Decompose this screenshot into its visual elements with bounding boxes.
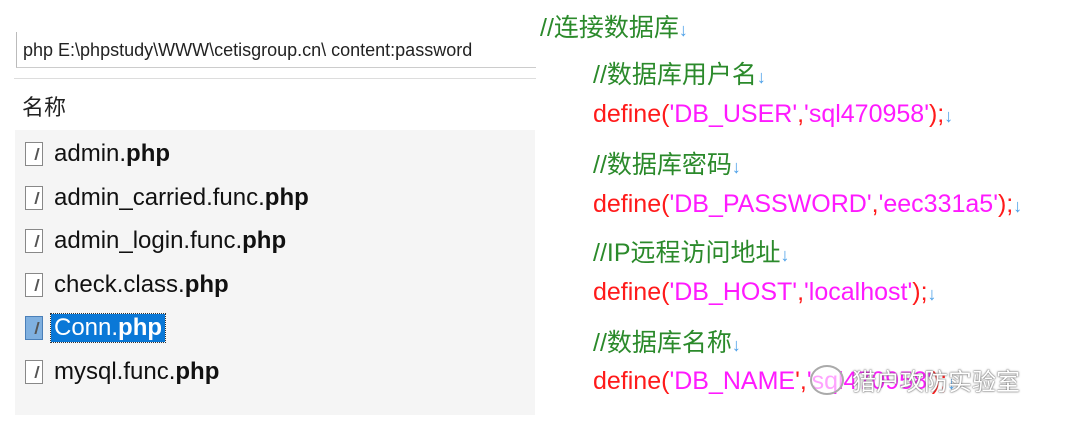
- file-item[interactable]: mysql.func.php: [25, 354, 222, 390]
- file-item[interactable]: admin.php: [25, 136, 173, 172]
- file-name: Conn.php: [49, 313, 167, 343]
- php-file-icon: [25, 273, 43, 297]
- code-line: define('DB_HOST','localhost');↓: [593, 278, 937, 306]
- line-break-arrow-icon: ↓: [756, 67, 766, 87]
- file-name: admin_login.func.php: [54, 227, 287, 254]
- php-file-icon: [25, 142, 43, 166]
- php-file-icon: [25, 186, 43, 210]
- code-comment: //连接数据库↓: [540, 14, 688, 42]
- column-header-name[interactable]: 名称: [22, 90, 66, 122]
- line-break-arrow-icon: ↓: [678, 20, 688, 40]
- line-break-arrow-icon: ↓: [731, 335, 741, 355]
- watermark: 猎户攻防实验室: [810, 362, 1020, 397]
- line-break-arrow-icon: ↓: [780, 245, 790, 265]
- divider: [14, 78, 536, 79]
- php-file-icon: [25, 316, 43, 340]
- file-name: admin_carried.func.php: [54, 184, 309, 211]
- code-comment: //数据库密码↓: [593, 151, 741, 179]
- code-line: define('DB_PASSWORD','eec331a5');↓: [593, 190, 1023, 218]
- file-item[interactable]: check.class.php: [25, 267, 232, 303]
- code-line: define('DB_USER','sql470958');↓: [593, 100, 954, 128]
- file-item-selected[interactable]: Conn.php: [25, 310, 167, 346]
- line-break-arrow-icon: ↓: [927, 284, 937, 304]
- file-name: check.class.php: [54, 271, 229, 298]
- file-item[interactable]: admin_login.func.php: [25, 223, 289, 259]
- line-break-arrow-icon: ↓: [731, 157, 741, 177]
- file-name: mysql.func.php: [54, 358, 220, 385]
- file-name: admin.php: [54, 140, 171, 167]
- file-item[interactable]: admin_carried.func.php: [25, 180, 312, 216]
- php-file-icon: [25, 229, 43, 253]
- code-comment: //IP远程访问地址↓: [593, 239, 790, 267]
- code-comment: //数据库名称↓: [593, 329, 741, 357]
- search-input[interactable]: php E:\phpstudy\WWW\cetisgroup.cn\ conte…: [16, 32, 536, 68]
- code-comment: //数据库用户名↓: [593, 61, 766, 89]
- line-break-arrow-icon: ↓: [944, 106, 954, 126]
- file-list: admin.php admin_carried.func.php admin_l…: [15, 130, 535, 415]
- wechat-icon: [810, 364, 844, 395]
- php-file-icon: [25, 360, 43, 384]
- line-break-arrow-icon: ↓: [1013, 196, 1023, 216]
